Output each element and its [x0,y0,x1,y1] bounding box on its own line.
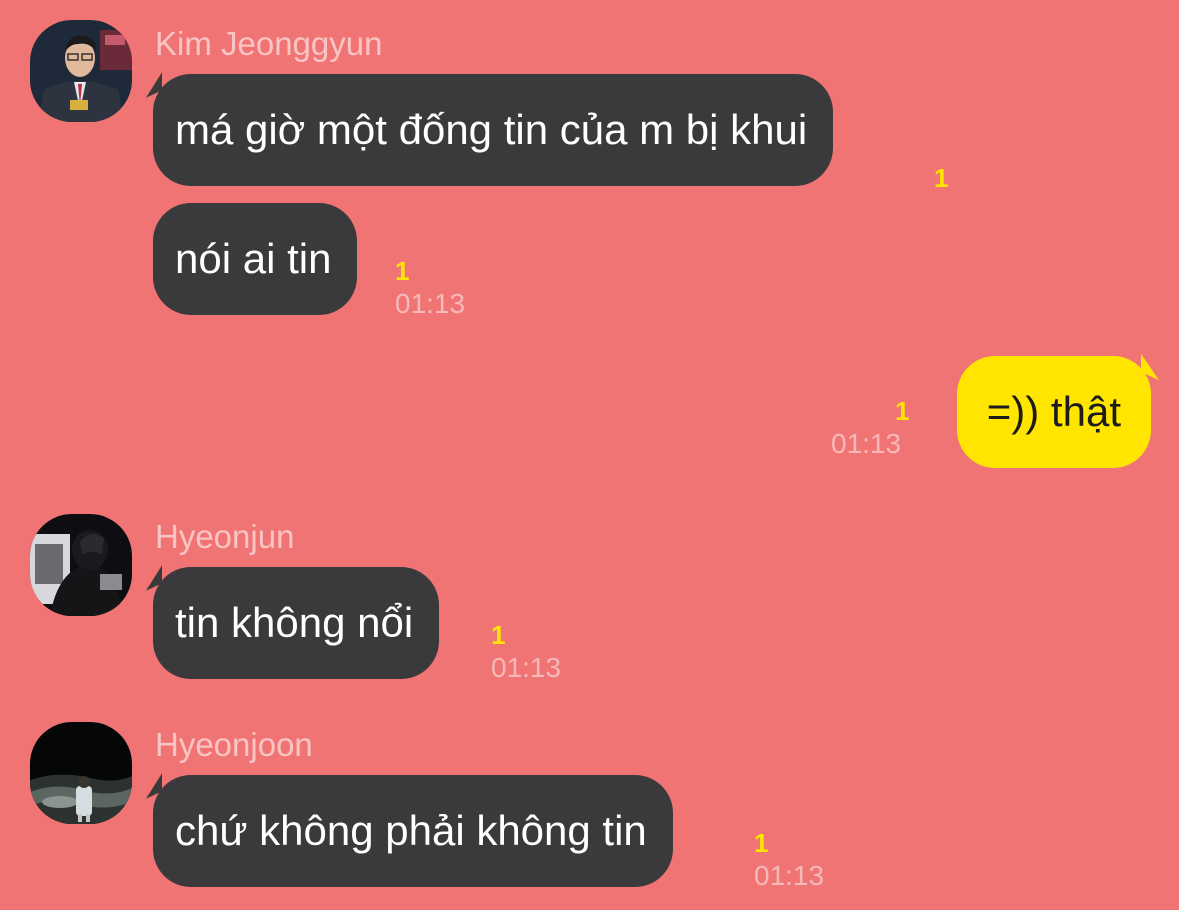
message-time: 01:13 [754,860,825,891]
unread-count: 1 [895,396,910,426]
profile-photo-person-at-night-sea-icon [30,722,132,824]
sender-name: Hyeonjoon [155,726,313,763]
message-text: chứ không phải không tin [175,807,647,854]
message-text: tin không nổi [175,599,414,646]
message-time: 01:13 [491,652,562,683]
message-text: má giờ một đống tin của m bị khui [175,106,808,153]
message-bubble[interactable]: nói ai tin [153,203,358,315]
message-bubble[interactable]: tin không nổi [153,567,440,679]
avatar-kim-jeonggyun[interactable] [30,20,132,122]
unread-count: 1 [754,828,769,858]
profile-photo-man-in-suit-icon [30,20,132,122]
unread-count: 1 [395,256,410,286]
message-text: =)) thật [986,388,1121,435]
message-bubble[interactable]: chứ không phải không tin [153,775,673,887]
unread-count: 1 [491,620,506,650]
sender-name: Kim Jeonggyun [155,25,383,62]
avatar-hyeonjun[interactable] [30,514,132,616]
message-bubble[interactable]: má giờ một đống tin của m bị khui [153,74,834,186]
message-time: 01:13 [395,288,466,319]
sender-name: Hyeonjun [155,518,295,555]
unread-count: 1 [934,163,949,193]
message-bubble-outgoing[interactable]: =)) thật [956,356,1151,468]
profile-photo-hooded-person-icon [30,514,132,616]
message-text: nói ai tin [175,235,332,282]
message-time: 01:13 [831,428,902,459]
avatar-hyeonjoon[interactable] [30,722,132,824]
